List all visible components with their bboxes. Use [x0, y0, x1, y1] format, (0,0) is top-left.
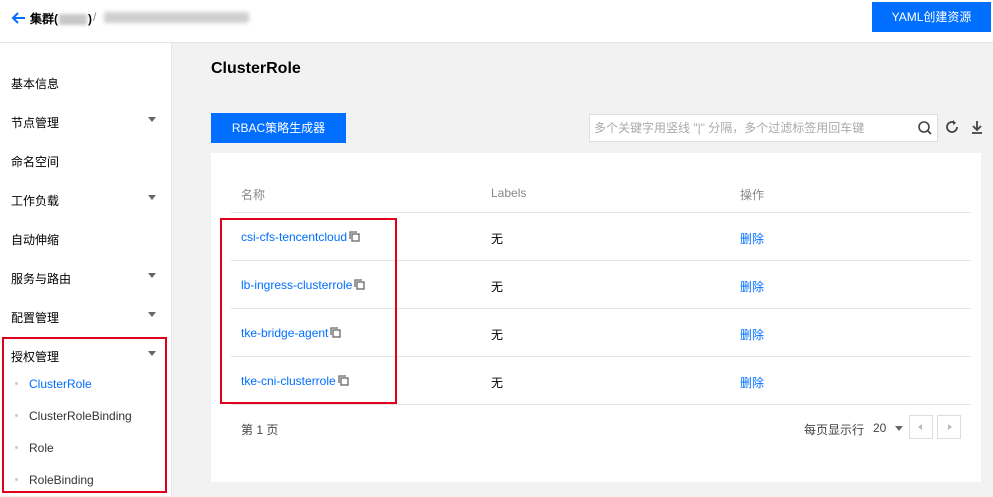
sidebar-item-autoscaling[interactable]: 自动伸缩 [0, 218, 171, 256]
divider [231, 404, 971, 405]
caret-down-icon [148, 312, 156, 317]
clusterrole-table: 名称 Labels 操作 csi-cfs-tencentcloud 无 删除 l… [211, 153, 981, 482]
sidebar-item-basic-info[interactable]: 基本信息 [0, 62, 171, 100]
prev-page-button[interactable] [909, 415, 933, 439]
per-page-label: 每页显示行 [804, 423, 865, 437]
sidebar-item-label: 基本信息 [11, 77, 60, 91]
caret-down-icon [148, 117, 156, 122]
delete-link[interactable]: 删除 [740, 278, 764, 295]
sidebar-item-label: 服务与路由 [11, 272, 72, 286]
search-input[interactable] [594, 121, 909, 135]
top-bar: 集群() / YAML创建资源 [0, 0, 993, 43]
caret-down-icon[interactable] [895, 426, 903, 431]
row-labels: 无 [491, 280, 504, 294]
sidebar-item-nodes[interactable]: 节点管理 [0, 101, 171, 139]
breadcrumb-separator: / [93, 10, 97, 24]
column-header-labels: Labels [491, 186, 527, 200]
sidebar-item-label: 节点管理 [11, 116, 60, 130]
sidebar-item-config[interactable]: 配置管理 [0, 296, 171, 334]
sidebar-item-label: 自动伸缩 [11, 233, 60, 247]
caret-down-icon [148, 195, 156, 200]
rbac-generator-button[interactable]: RBAC策略生成器 [211, 113, 346, 143]
delete-link[interactable]: 删除 [740, 374, 764, 391]
column-header-name: 名称 [241, 188, 266, 202]
row-labels: 无 [491, 232, 504, 246]
column-header-actions: 操作 [740, 188, 765, 202]
divider [231, 212, 971, 213]
chevron-left-icon [918, 424, 922, 430]
chevron-right-icon [948, 424, 952, 430]
sidebar-item-label: 命名空间 [11, 155, 60, 169]
sidebar-item-services-routing[interactable]: 服务与路由 [0, 257, 171, 295]
refresh-icon[interactable] [944, 119, 960, 135]
next-page-button[interactable] [937, 415, 961, 439]
yaml-create-button[interactable]: YAML创建资源 [872, 2, 991, 32]
highlight-box [2, 337, 167, 493]
search-box [589, 114, 938, 142]
page-indicator: 第 1 页 [241, 423, 279, 437]
breadcrumb-cluster[interactable]: 集群() [30, 10, 92, 27]
breadcrumb-cluster-id [104, 12, 249, 23]
search-icon[interactable] [917, 120, 933, 136]
download-icon[interactable] [969, 119, 985, 135]
row-labels: 无 [491, 328, 504, 342]
row-labels: 无 [491, 376, 504, 390]
sidebar-item-workloads[interactable]: 工作负载 [0, 179, 171, 217]
per-page-select[interactable]: 20 [873, 421, 886, 435]
delete-link[interactable]: 删除 [740, 326, 764, 343]
caret-down-icon [148, 273, 156, 278]
sidebar-item-namespaces[interactable]: 命名空间 [0, 140, 171, 178]
sidebar-item-label: 配置管理 [11, 311, 60, 325]
back-arrow-icon[interactable] [10, 9, 28, 27]
sidebar: 基本信息 节点管理 命名空间 工作负载 自动伸缩 服务与路由 配置管理 授权管理… [0, 43, 172, 496]
highlight-box [220, 218, 397, 404]
page-title: ClusterRole [211, 60, 301, 77]
sidebar-item-label: 工作负载 [11, 194, 60, 208]
delete-link[interactable]: 删除 [740, 230, 764, 247]
